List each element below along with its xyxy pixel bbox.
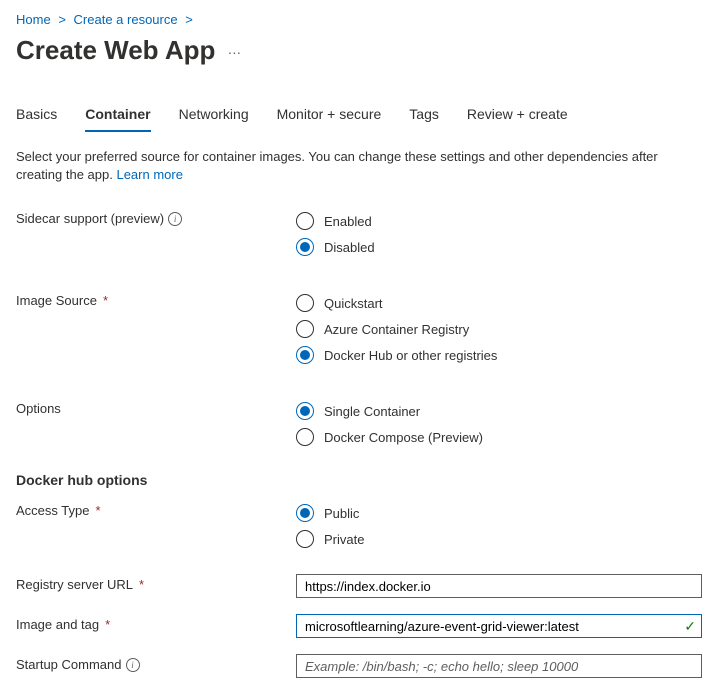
chevron-right-icon: > (58, 12, 66, 27)
radio-label: Private (324, 532, 364, 547)
radio-options-compose[interactable]: Docker Compose (Preview) (296, 424, 702, 450)
registry-url-input[interactable] (296, 574, 702, 598)
radio-label: Docker Hub or other registries (324, 348, 497, 363)
image-tag-input[interactable] (296, 614, 702, 638)
label-sidecar: Sidecar support (preview) (16, 211, 164, 226)
breadcrumb-create-resource[interactable]: Create a resource (74, 12, 178, 27)
required-icon: * (103, 293, 108, 308)
tabs: Basics Container Networking Monitor + se… (16, 102, 702, 132)
checkmark-icon: ✓ (684, 618, 696, 635)
info-icon[interactable]: i (168, 212, 182, 226)
label-image-source: Image Source (16, 293, 97, 308)
label-options: Options (16, 401, 61, 416)
radio-label: Disabled (324, 240, 375, 255)
radio-label: Single Container (324, 404, 420, 419)
startup-command-input[interactable] (296, 654, 702, 678)
required-icon: * (105, 617, 110, 632)
radio-access-private[interactable]: Private (296, 526, 702, 552)
breadcrumb-home[interactable]: Home (16, 12, 51, 27)
radio-label: Docker Compose (Preview) (324, 430, 483, 445)
radio-label: Quickstart (324, 296, 383, 311)
page-title: Create Web App (16, 35, 215, 66)
tab-description: Select your preferred source for contain… (16, 148, 702, 184)
learn-more-link[interactable]: Learn more (116, 167, 182, 182)
radio-icon (296, 294, 314, 312)
radio-label: Azure Container Registry (324, 322, 469, 337)
tab-networking[interactable]: Networking (179, 102, 249, 132)
required-icon: * (139, 577, 144, 592)
radio-icon (296, 530, 314, 548)
radio-icon (296, 402, 314, 420)
info-icon[interactable]: i (126, 658, 140, 672)
more-icon[interactable]: … (227, 41, 242, 57)
required-icon: * (95, 503, 100, 518)
description-text: Select your preferred source for contain… (16, 149, 658, 182)
tab-container[interactable]: Container (85, 102, 150, 132)
label-image-tag: Image and tag (16, 617, 99, 632)
radio-access-public[interactable]: Public (296, 500, 702, 526)
tab-basics[interactable]: Basics (16, 102, 57, 132)
label-registry-url: Registry server URL (16, 577, 133, 592)
radio-image-acr[interactable]: Azure Container Registry (296, 316, 702, 342)
tab-monitor-secure[interactable]: Monitor + secure (277, 102, 382, 132)
radio-icon (296, 346, 314, 364)
docker-hub-options-header: Docker hub options (16, 472, 702, 488)
chevron-right-icon: > (185, 12, 193, 27)
breadcrumb: Home > Create a resource > (16, 12, 702, 27)
radio-icon (296, 504, 314, 522)
radio-options-single[interactable]: Single Container (296, 398, 702, 424)
radio-icon (296, 320, 314, 338)
radio-icon (296, 212, 314, 230)
radio-icon (296, 428, 314, 446)
tab-tags[interactable]: Tags (409, 102, 439, 132)
radio-label: Enabled (324, 214, 372, 229)
tab-review-create[interactable]: Review + create (467, 102, 568, 132)
radio-icon (296, 238, 314, 256)
radio-label: Public (324, 506, 359, 521)
label-startup-command: Startup Command (16, 657, 122, 672)
radio-sidecar-disabled[interactable]: Disabled (296, 234, 702, 260)
radio-sidecar-enabled[interactable]: Enabled (296, 208, 702, 234)
radio-image-docker[interactable]: Docker Hub or other registries (296, 342, 702, 368)
label-access-type: Access Type (16, 503, 89, 518)
radio-image-quickstart[interactable]: Quickstart (296, 290, 702, 316)
